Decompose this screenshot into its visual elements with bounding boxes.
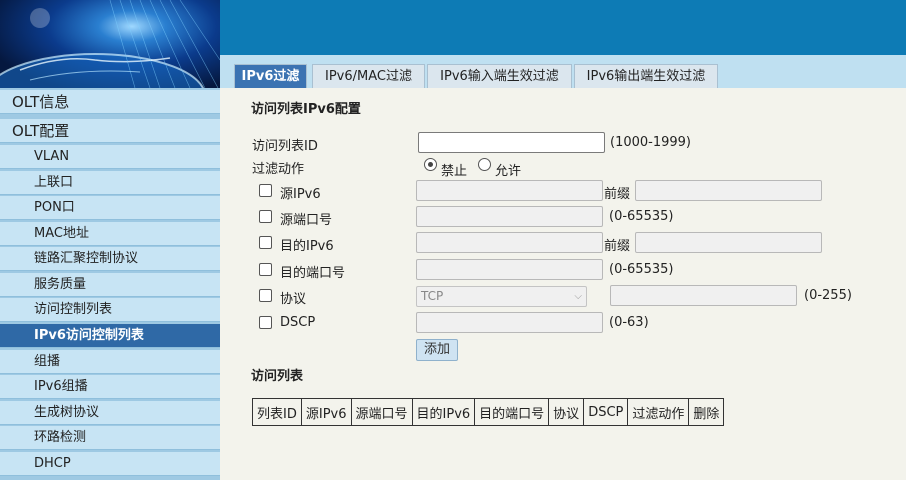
tab-ipv6-mac-filter[interactable]: IPv6/MAC过滤 [312,64,425,88]
chevron-down-icon: ⌵ [574,291,582,302]
column-header-list-id: 列表ID [252,398,302,426]
column-header-dscp: DSCP [583,398,629,426]
acl-id-range: (1000-1999) [610,135,692,150]
sidebar-item-olt-info[interactable]: OLT信息 [0,90,220,114]
column-header-dst-port: 目的端口号 [474,398,550,426]
protocol-select-value: TCP [421,289,444,303]
src-port-input[interactable] [416,206,603,227]
protocol-label: 协议 [280,292,307,307]
sidebar-item-mac-address[interactable]: MAC地址 [0,222,220,246]
section-title-ipv6-config: 访问列表IPv6配置 [251,102,361,117]
protocol-range: (0-255) [804,288,852,303]
sidebar-item-lacp[interactable]: 链路汇聚控制协议 [0,247,220,271]
action-permit-radio[interactable] [478,158,491,171]
protocol-select[interactable]: TCP ⌵ [416,286,587,307]
globe-graphic [0,0,220,88]
column-header-protocol: 协议 [548,398,585,426]
dscp-range: (0-63) [609,315,649,330]
tab-ipv6-ingress-filter[interactable]: IPv6输入端生效过滤 [427,64,572,88]
sidebar-item-ipv6-multicast[interactable]: IPv6组播 [0,375,220,399]
sidebar-item-dhcp[interactable]: DHCP [0,452,220,476]
src-ipv6-label: 源IPv6 [280,187,321,202]
dst-port-checkbox[interactable] [259,263,272,276]
src-port-range: (0-65535) [609,209,674,224]
column-header-action: 过滤动作 [627,398,690,426]
banner-globe-image [0,0,220,88]
dst-ipv6-label: 目的IPv6 [280,239,334,254]
sidebar-item-qos[interactable]: 服务质量 [0,273,220,297]
sidebar-item-uplink-port[interactable]: 上联口 [0,171,220,195]
acl-id-input[interactable] [418,132,605,153]
src-port-label: 源端口号 [280,213,333,228]
src-ipv6-input[interactable] [416,180,603,201]
dst-ipv6-input[interactable] [416,232,603,253]
sidebar-item-multicast[interactable]: 组播 [0,350,220,374]
column-header-dst-ipv6: 目的IPv6 [411,398,476,426]
sidebar-item-loop-detect[interactable]: 环路检测 [0,426,220,450]
sidebar-item-stp[interactable]: 生成树协议 [0,401,220,425]
src-port-checkbox[interactable] [259,210,272,223]
column-header-delete: 删除 [688,398,725,426]
dscp-label: DSCP [280,315,316,330]
dst-port-input[interactable] [416,259,603,280]
column-header-src-ipv6: 源IPv6 [300,398,352,426]
dst-port-label: 目的端口号 [280,266,346,281]
dscp-checkbox[interactable] [259,316,272,329]
tab-ipv6-egress-filter[interactable]: IPv6输出端生效过滤 [574,64,718,88]
acl-id-label: 访问列表ID [252,139,318,154]
src-prefix-input[interactable] [635,180,822,201]
sidebar-item-pon-port[interactable]: PON口 [0,196,220,220]
add-button[interactable]: 添加 [416,339,459,361]
table-header-row: 列表ID 源IPv6 源端口号 目的IPv6 目的端口号 协议 DSCP 过滤动… [252,398,725,426]
sidebar-item-acl[interactable]: 访问控制列表 [0,298,220,322]
sidebar: OLT信息 OLT配置 VLAN 上联口 PON口 MAC地址 链路汇聚控制协议… [0,88,220,480]
protocol-number-input[interactable] [610,285,797,306]
tab-ipv6-filter[interactable]: IPv6过滤 [234,64,307,88]
dst-port-range: (0-65535) [609,262,674,277]
action-permit-label: 允许 [495,164,522,179]
sidebar-item-olt-config[interactable]: OLT配置 [0,119,220,143]
action-deny-label: 禁止 [441,164,468,179]
sidebar-item-ipv6-acl[interactable]: IPv6访问控制列表 [0,324,220,348]
action-deny-radio[interactable] [424,158,437,171]
dst-prefix-input[interactable] [635,232,822,253]
dst-prefix-label: 前缀 [604,239,631,254]
action-label: 过滤动作 [252,162,305,177]
protocol-checkbox[interactable] [259,289,272,302]
sidebar-item-vlan[interactable]: VLAN [0,145,220,169]
src-ipv6-checkbox[interactable] [259,184,272,197]
access-list-table: 列表ID 源IPv6 源端口号 目的IPv6 目的端口号 协议 DSCP 过滤动… [252,398,725,426]
dscp-input[interactable] [416,312,603,333]
src-prefix-label: 前缀 [604,187,631,202]
dst-ipv6-checkbox[interactable] [259,236,272,249]
column-header-src-port: 源端口号 [350,398,413,426]
access-list-title: 访问列表 [251,369,304,384]
